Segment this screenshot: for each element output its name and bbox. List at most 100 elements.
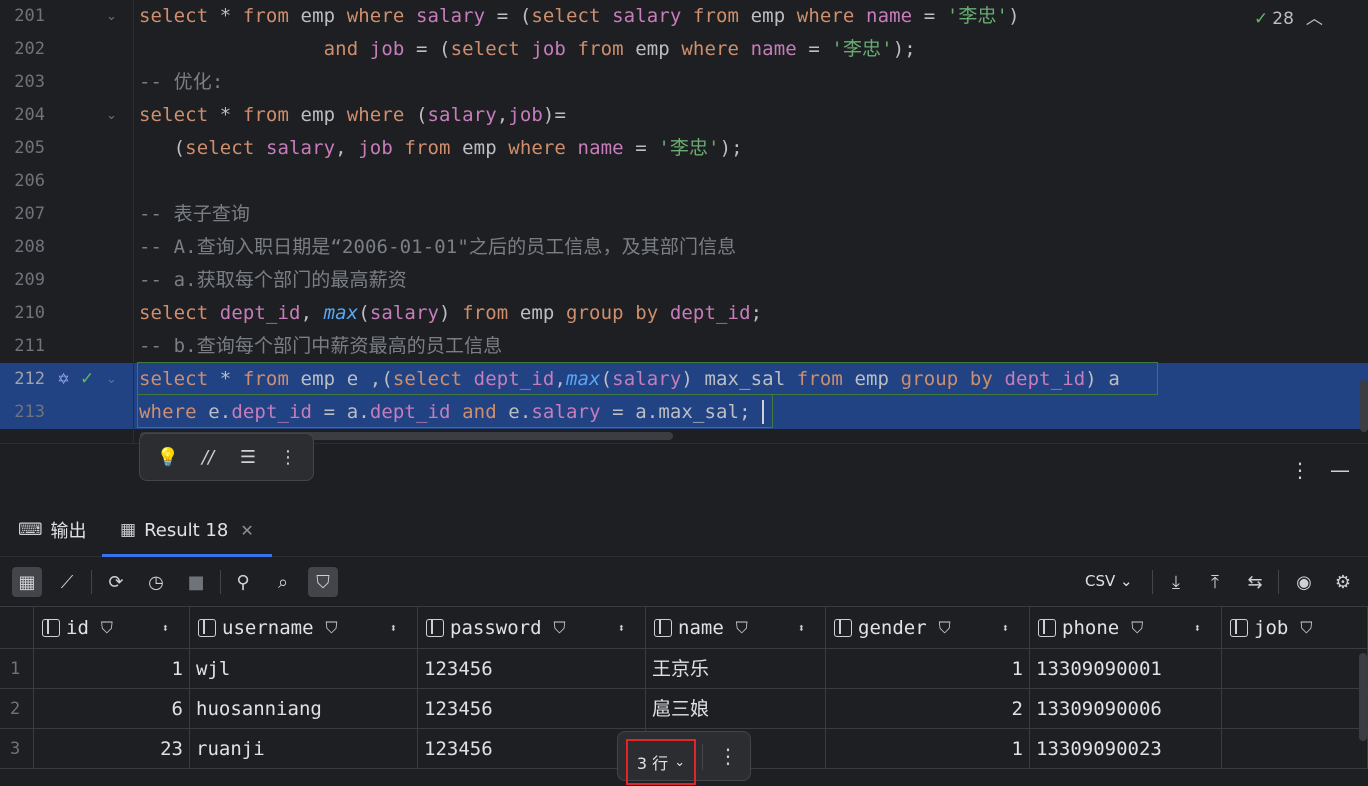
- export-format-select[interactable]: CSV ⌄: [1085, 572, 1133, 590]
- column-header-password[interactable]: password ⛉ ⬍: [418, 607, 646, 649]
- sort-icon[interactable]: ⬍: [1194, 621, 1201, 635]
- column-header-phone[interactable]: phone ⛉ ⬍: [1030, 607, 1222, 649]
- table-cell-job[interactable]: [1222, 729, 1368, 769]
- code-token: from: [404, 137, 451, 159]
- sort-icon[interactable]: ⬍: [618, 621, 625, 635]
- column-filter-icon[interactable]: ⛉: [1300, 618, 1312, 638]
- stop-icon[interactable]: ■: [181, 567, 211, 597]
- pin-icon[interactable]: ⚲: [228, 567, 258, 597]
- fold-chevron-icon[interactable]: ⌄: [106, 99, 117, 132]
- code-token: salary: [612, 5, 682, 27]
- search-icon[interactable]: ⌕: [268, 567, 298, 597]
- more-vertical-icon[interactable]: ⋮: [718, 744, 738, 768]
- table-cell-username[interactable]: huosanniang: [190, 689, 418, 729]
- table-cell-phone[interactable]: 13309090006: [1030, 689, 1222, 729]
- code-token: *: [208, 104, 243, 126]
- column-filter-icon[interactable]: ⛉: [939, 618, 951, 638]
- code-line[interactable]: 204 ⌄ select * from emp where (salary,job)…: [0, 99, 1368, 132]
- table-cell-password[interactable]: 123456: [418, 649, 646, 689]
- close-icon[interactable]: ✕: [240, 521, 253, 540]
- eye-icon[interactable]: ◉: [1289, 567, 1319, 597]
- compare-icon[interactable]: ⇆: [1240, 567, 1270, 597]
- chart-view-icon[interactable]: ⟋: [52, 567, 82, 597]
- upload-icon[interactable]: ⤒: [1200, 567, 1230, 597]
- column-filter-icon[interactable]: ⛉: [326, 618, 338, 638]
- row-count-button[interactable]: 3 行 ⌄: [626, 739, 696, 785]
- reformat-icon[interactable]: ☰: [234, 443, 262, 471]
- sort-icon[interactable]: ⬍: [390, 621, 397, 635]
- column-filter-icon[interactable]: ⛉: [101, 618, 113, 638]
- table-cell-username[interactable]: wjl: [190, 649, 418, 689]
- code-token: job: [508, 104, 543, 126]
- table-cell-phone[interactable]: 13309090023: [1030, 729, 1222, 769]
- table-cell-name[interactable]: 王京乐: [646, 649, 826, 689]
- code-token: ;: [750, 302, 763, 324]
- sql-editor[interactable]: 213 where e.dept_id = a.dept_id and e.sal…: [0, 0, 1368, 443]
- minimize-icon[interactable]: —: [1330, 458, 1350, 482]
- refresh-icon[interactable]: ⟳: [101, 567, 131, 597]
- column-header-id[interactable]: id ⛉ ⬍: [34, 607, 190, 649]
- bulb-icon[interactable]: 💡: [154, 443, 182, 471]
- history-icon[interactable]: ◷: [141, 567, 171, 597]
- ai-assistant-icon[interactable]: ✡: [54, 370, 73, 389]
- table-cell-password[interactable]: 123456: [418, 729, 646, 769]
- table-cell-gender[interactable]: 1: [826, 649, 1030, 689]
- table-cell-phone[interactable]: 13309090001: [1030, 649, 1222, 689]
- inspection-count: 28: [1272, 9, 1294, 29]
- column-filter-icon[interactable]: ⛉: [554, 618, 566, 638]
- column-header-username[interactable]: username ⛉ ⬍: [190, 607, 418, 649]
- fold-chevron-icon[interactable]: ⌄: [106, 363, 117, 396]
- comment-icon[interactable]: //: [194, 443, 222, 471]
- table-cell-name[interactable]: 扈三娘: [646, 689, 826, 729]
- code-token: salary: [415, 5, 486, 27]
- column-filter-icon[interactable]: ⛉: [736, 618, 748, 638]
- column-header-job[interactable]: job ⛉: [1222, 607, 1368, 649]
- table-cell-gender[interactable]: 1: [826, 729, 1030, 769]
- download-icon[interactable]: ⤓: [1161, 567, 1191, 597]
- code-line[interactable]: 203 -- 优化:: [0, 66, 1368, 99]
- code-line[interactable]: 209 -- a.获取每个部门的最高薪资: [0, 264, 1368, 297]
- code-line[interactable]: 210 select dept_id, max(salary) from emp …: [0, 297, 1368, 330]
- tab-label: Result 18: [144, 519, 229, 541]
- table-cell-job[interactable]: [1222, 689, 1368, 729]
- code-token: select: [450, 38, 520, 60]
- table-cell-username[interactable]: ruanji: [190, 729, 418, 769]
- table-cell-job[interactable]: [1222, 649, 1368, 689]
- sort-icon[interactable]: ⬍: [798, 621, 805, 635]
- table-cell-id[interactable]: 6: [34, 689, 190, 729]
- code-line[interactable]: 202 and job = (select job from emp where…: [0, 33, 1368, 66]
- chevron-up-icon[interactable]: ︿: [1306, 9, 1323, 29]
- code-token: group by: [565, 302, 659, 324]
- column-filter-icon[interactable]: ⛉: [1131, 618, 1143, 638]
- table-cell-id[interactable]: 1: [34, 649, 190, 689]
- filter-icon[interactable]: ⛉: [308, 567, 338, 597]
- sort-icon[interactable]: ⬍: [1002, 621, 1009, 635]
- code-line[interactable]: 205 (select salary, job from emp where n…: [0, 132, 1368, 165]
- table-row[interactable]: 1 1 wjl 123456 王京乐 1 13309090001: [0, 649, 1368, 689]
- code-token: -- A.查询入职日期是“2006-01-01"之后的员工信息，及其部门信息: [139, 236, 737, 258]
- code-line[interactable]: 206: [0, 165, 1368, 198]
- code-line[interactable]: 211 -- b.查询每个部门中薪资最高的员工信息: [0, 330, 1368, 363]
- editor-vertical-scrollbar[interactable]: [1360, 380, 1368, 432]
- table-view-icon[interactable]: ▦: [12, 567, 42, 597]
- gear-icon[interactable]: ⚙: [1328, 567, 1358, 597]
- code-line[interactable]: 201 ⌄ select * from emp where salary = (se…: [0, 0, 1368, 33]
- column-header-name[interactable]: name ⛉ ⬍: [646, 607, 826, 649]
- column-header-gender[interactable]: gender ⛉ ⬍: [826, 607, 1030, 649]
- fold-chevron-icon[interactable]: ⌄: [106, 0, 117, 33]
- table-row[interactable]: 2 6 huosanniang 123456 扈三娘 2 13309090006: [0, 689, 1368, 729]
- table-cell-gender[interactable]: 2: [826, 689, 1030, 729]
- sort-icon[interactable]: ⬍: [162, 621, 169, 635]
- tab-result[interactable]: ▦ Result 18 ✕: [102, 503, 272, 557]
- inspection-widget[interactable]: ✓ 28 ︿: [1254, 4, 1323, 29]
- table-cell-id[interactable]: 23: [34, 729, 190, 769]
- more-vertical-icon[interactable]: ⋮: [1290, 458, 1310, 482]
- code-line[interactable]: 208 -- A.查询入职日期是“2006-01-01"之后的员工信息，及其部门信…: [0, 231, 1368, 264]
- more-vertical-icon[interactable]: ⋮: [274, 443, 302, 471]
- code-line[interactable]: 207 -- 表子查询: [0, 198, 1368, 231]
- table-cell-password[interactable]: 123456: [418, 689, 646, 729]
- tab-output[interactable]: ⌨ 输出: [18, 503, 87, 557]
- code-token: from: [242, 5, 290, 27]
- line-number: 203: [14, 72, 45, 92]
